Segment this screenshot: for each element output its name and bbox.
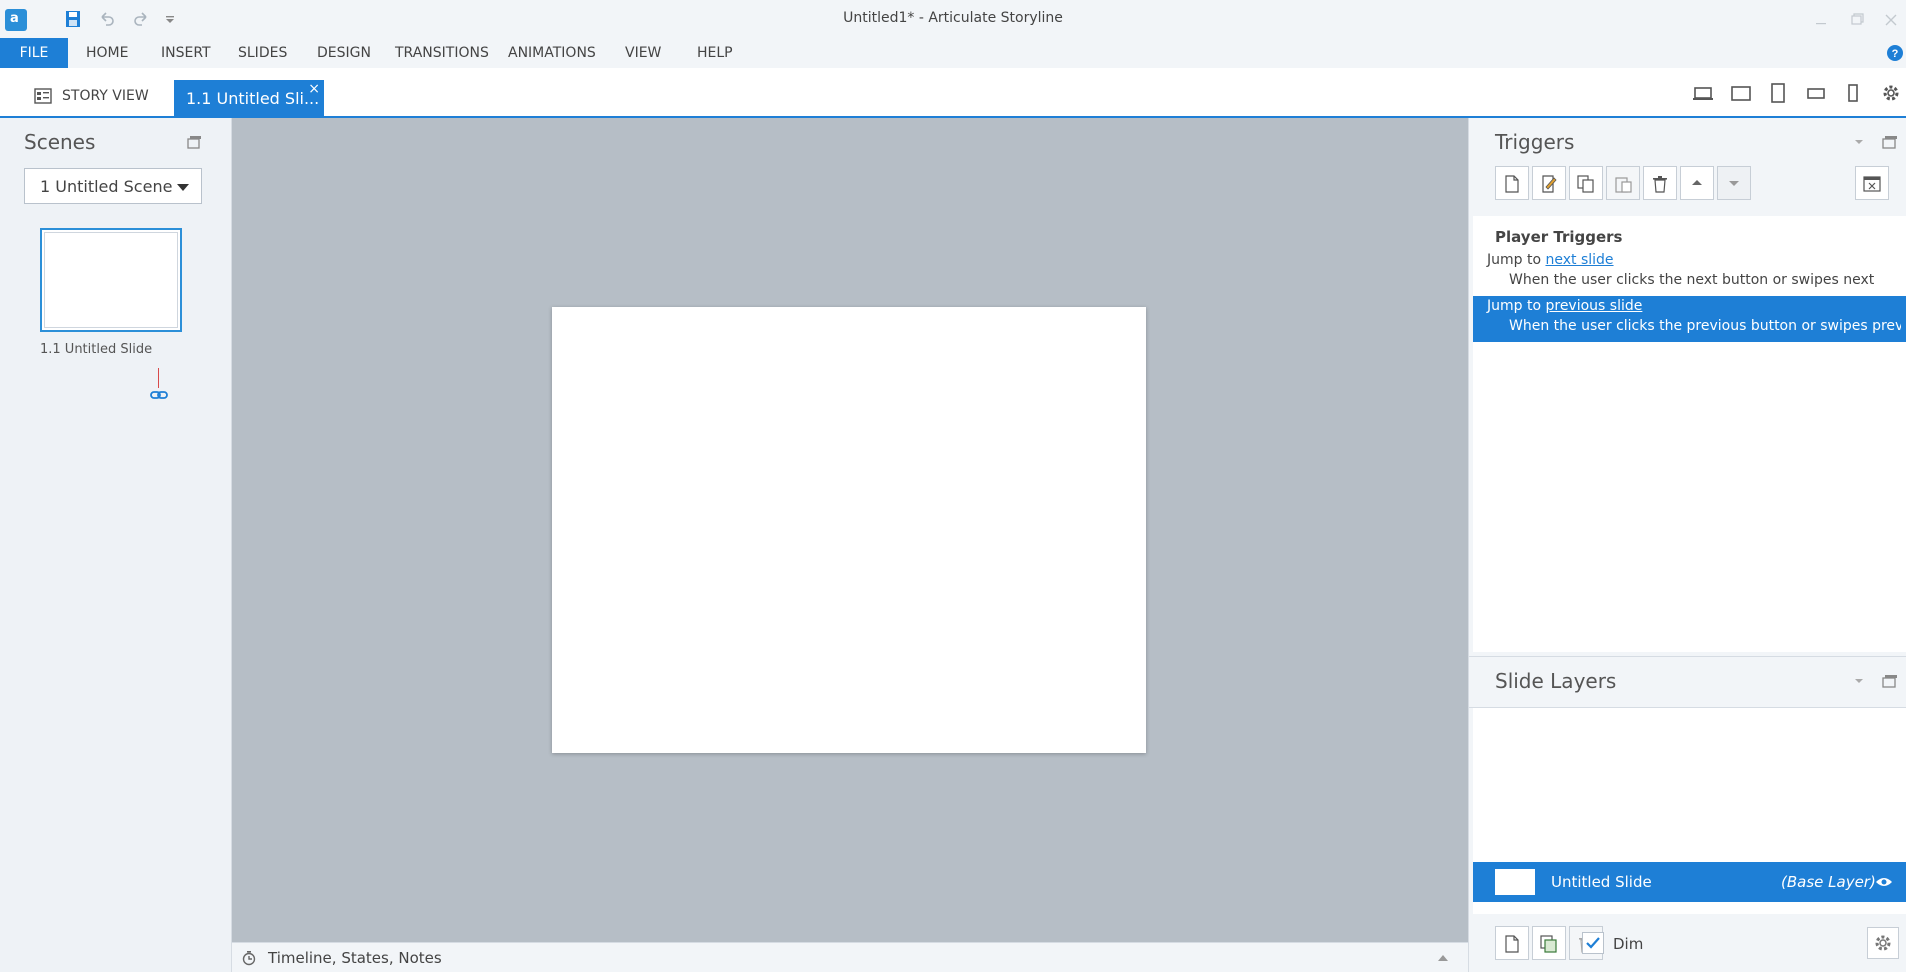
trigger-action-prefix: Jump to — [1487, 252, 1542, 268]
player-triggers-heading: Player Triggers — [1495, 228, 1623, 246]
edit-trigger-icon — [1542, 175, 1557, 193]
tablet-landscape-icon[interactable] — [1728, 80, 1754, 106]
move-up-icon — [1692, 180, 1702, 185]
menu-transitions[interactable]: TRANSITIONS — [383, 38, 501, 68]
minimize-icon[interactable] — [1806, 10, 1836, 30]
link-icon[interactable] — [150, 388, 168, 402]
timeline-states-notes-bar[interactable]: Timeline, States, Notes — [232, 942, 1468, 972]
new-trigger-icon — [1505, 175, 1519, 193]
menu-insert[interactable]: INSERT — [149, 38, 223, 68]
slide-thumbnail-preview — [44, 232, 178, 328]
timeline-label: Timeline, States, Notes — [268, 949, 442, 967]
base-layer-thumbnail — [1495, 869, 1535, 895]
gear-icon[interactable] — [1878, 80, 1904, 106]
popout-icon[interactable] — [186, 134, 202, 150]
base-layer-tag: (Base Layer) — [1781, 873, 1876, 891]
gear-icon — [1875, 935, 1891, 951]
connector-line — [158, 368, 159, 388]
trigger-action: Jump to previous slide — [1487, 298, 1642, 314]
scene-select[interactable]: 1 Untitled Scene — [24, 168, 202, 204]
slide-thumbnail-label: 1.1 Untitled Slide — [40, 342, 153, 357]
tab-close-icon[interactable]: × — [308, 81, 320, 97]
chevron-down-icon — [177, 184, 189, 191]
menu-file[interactable]: FILE — [0, 38, 68, 68]
window-title: Untitled1* - Articulate Storyline — [843, 10, 1063, 26]
panel-controls — [1851, 673, 1901, 689]
trigger-action-prefix: Jump to — [1487, 298, 1542, 314]
trigger-item-selected[interactable]: Jump to previous slide When the user cli… — [1473, 296, 1906, 342]
tab-slide-editor-label: 1.1 Untitled Sli... — [186, 89, 320, 108]
trigger-action-link[interactable]: previous slide — [1545, 298, 1642, 314]
layer-properties-button[interactable] — [1867, 927, 1899, 959]
timeline-icon — [242, 950, 258, 966]
base-layer-name: Untitled Slide — [1551, 873, 1652, 891]
tablet-portrait-icon[interactable] — [1765, 80, 1791, 106]
slide-layers-toolbar: Dim — [1469, 914, 1906, 972]
trigger-item[interactable]: Jump to next slide When the user clicks … — [1473, 250, 1906, 296]
trigger-action: Jump to next slide — [1487, 252, 1614, 268]
slide-canvas[interactable] — [552, 307, 1146, 753]
delete-trigger-button[interactable] — [1643, 166, 1677, 200]
scenes-panel: Scenes 1 Untitled Scene 1.1 Untitled Sli… — [0, 118, 232, 972]
scene-select-value: 1 Untitled Scene — [40, 177, 173, 196]
menu-animations[interactable]: ANIMATIONS — [496, 38, 608, 68]
eye-icon[interactable] — [1875, 875, 1893, 889]
panel-controls — [1851, 134, 1901, 150]
scenes-title: Scenes — [24, 130, 96, 154]
document-tab-strip: STORY VIEW 1.1 Untitled Sli... × — [0, 68, 1906, 118]
restore-icon[interactable] — [1842, 10, 1872, 30]
paste-icon — [1615, 177, 1632, 193]
variables-icon — [1863, 176, 1881, 192]
dim-checkbox[interactable] — [1582, 932, 1604, 954]
delete-icon — [1653, 176, 1667, 193]
slide-layers-header: Slide Layers — [1469, 656, 1906, 708]
copy-icon — [1577, 175, 1594, 193]
slide-layers-title: Slide Layers — [1495, 669, 1617, 693]
menu-home[interactable]: HOME — [74, 38, 140, 68]
tab-slide-editor[interactable]: 1.1 Untitled Sli... × — [174, 80, 324, 118]
variables-button[interactable] — [1855, 166, 1889, 200]
duplicate-layer-button[interactable] — [1532, 926, 1566, 960]
new-trigger-button[interactable] — [1495, 166, 1529, 200]
duplicate-layer-icon — [1540, 935, 1557, 953]
menu-design[interactable]: DESIGN — [305, 38, 383, 68]
slide-layers-list: Untitled Slide (Base Layer) — [1473, 708, 1906, 914]
desktop-icon[interactable] — [1690, 80, 1716, 106]
new-layer-icon — [1505, 935, 1519, 953]
triggers-list: Player Triggers Jump to next slide When … — [1473, 216, 1906, 652]
trigger-action-link[interactable]: next slide — [1545, 252, 1613, 268]
paste-trigger-button[interactable] — [1606, 166, 1640, 200]
move-down-icon — [1729, 181, 1739, 186]
phone-portrait-icon[interactable] — [1840, 80, 1866, 106]
dim-label: Dim — [1613, 935, 1644, 953]
trigger-condition: When the user clicks the previous button… — [1509, 318, 1901, 334]
svg-text:?: ? — [1892, 48, 1899, 60]
trigger-condition: When the user clicks the next button or … — [1509, 272, 1875, 288]
expand-up-icon[interactable] — [1438, 955, 1448, 961]
base-layer-row[interactable]: Untitled Slide (Base Layer) — [1473, 862, 1906, 902]
phone-landscape-icon[interactable] — [1803, 80, 1829, 106]
menu-slides[interactable]: SLIDES — [226, 38, 299, 68]
menu-help[interactable]: HELP — [685, 38, 745, 68]
title-bar: a Untitled1* - Articulate Storyline — [0, 0, 1906, 38]
edit-trigger-button[interactable] — [1532, 166, 1566, 200]
checkmark-icon — [1586, 937, 1600, 949]
story-view-icon — [34, 88, 52, 104]
ribbon-menu-bar: FILE HOME INSERT SLIDES DESIGN TRANSITIO… — [0, 38, 1906, 68]
copy-trigger-button[interactable] — [1569, 166, 1603, 200]
new-layer-button[interactable] — [1495, 926, 1529, 960]
tab-story-view-label: STORY VIEW — [62, 88, 149, 104]
menu-view[interactable]: VIEW — [613, 38, 673, 68]
right-panel: Triggers Player Triggers Jump to next sl… — [1468, 118, 1906, 972]
move-down-button[interactable] — [1717, 166, 1751, 200]
move-up-button[interactable] — [1680, 166, 1714, 200]
close-icon[interactable] — [1876, 10, 1906, 30]
help-icon[interactable]: ? — [1886, 44, 1904, 62]
triggers-title: Triggers — [1495, 130, 1575, 154]
slide-thumbnail[interactable] — [40, 228, 182, 332]
